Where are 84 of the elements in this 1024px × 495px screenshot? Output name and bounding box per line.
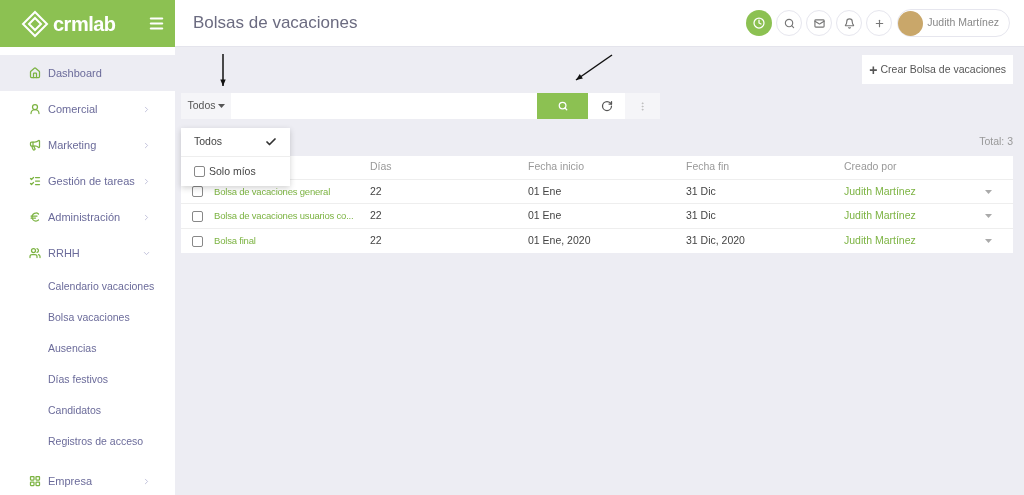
checkbox[interactable]	[192, 235, 203, 247]
search-field[interactable]	[231, 93, 537, 119]
filter-dropdown[interactable]: Todos	[181, 93, 231, 119]
chevron-right-icon	[142, 104, 151, 114]
sidebar-item[interactable]: Comercial	[0, 91, 175, 127]
caret-icon	[985, 214, 992, 218]
search-icon	[557, 101, 568, 111]
check-icon	[265, 136, 277, 148]
search-button[interactable]	[776, 10, 803, 36]
chevron-right-icon	[142, 140, 151, 150]
bell-button[interactable]	[836, 10, 863, 36]
sidebar-label: Empresa	[48, 473, 94, 489]
brand-name: crmlab	[53, 11, 117, 37]
checkbox[interactable]	[194, 166, 205, 177]
home-icon	[29, 67, 41, 79]
row-menu-button[interactable]	[985, 189, 992, 194]
create-button[interactable]: + Crear Bolsa de vacaciones	[862, 55, 1013, 84]
column-header: Fecha inicio	[528, 160, 585, 173]
users-icon	[29, 247, 41, 259]
annotation-arrow	[220, 53, 226, 87]
grid-icon	[29, 475, 41, 487]
caret-icon	[985, 239, 992, 243]
chevron-right-icon	[142, 212, 151, 222]
column-header: Creado por	[844, 160, 897, 173]
sidebar-subitem[interactable]: Bolsa vacaciones	[0, 302, 175, 333]
user-menu[interactable]: Judith Martínez	[897, 9, 1010, 37]
clock-icon	[753, 17, 766, 29]
sidebar-item[interactable]: Marketing	[0, 127, 175, 163]
mail-icon	[813, 17, 825, 29]
column-header: Días	[370, 160, 392, 173]
sidebar-label: Marketing	[48, 137, 98, 153]
page-title: Bolsas de vacaciones	[193, 12, 359, 35]
checkbox[interactable]	[192, 210, 203, 222]
sidebar-subitem[interactable]: Candidatos	[0, 395, 175, 426]
table-cell: 22	[370, 209, 382, 222]
chevron-right-icon	[142, 176, 151, 186]
table-cell: 31 Dic	[686, 184, 716, 197]
table-cell: 22	[370, 234, 382, 247]
table-cell: 01 Ene	[528, 184, 562, 197]
refresh-icon	[600, 100, 613, 112]
user-icon	[29, 103, 41, 115]
clock-button[interactable]	[746, 10, 773, 36]
sidebar-label: Dashboard	[48, 65, 103, 81]
chevron-right-icon	[142, 476, 151, 486]
sidebar-subitem[interactable]: Registros de acceso	[0, 426, 175, 457]
menu-button[interactable]	[148, 15, 165, 32]
euro-icon	[29, 211, 41, 223]
dropdown-checkbox-option[interactable]: Solo míos	[181, 157, 290, 186]
mail-button[interactable]	[806, 10, 833, 36]
table-cell: 01 Ene, 2020	[528, 234, 591, 247]
sidebar-label: RRHH	[48, 245, 81, 261]
table-cell: 01 Ene	[528, 209, 562, 222]
annotation-arrow	[575, 54, 613, 81]
table-cell: 22	[370, 184, 382, 197]
table-cell: 31 Dic	[686, 209, 716, 222]
sidebar-subitem[interactable]: Calendario vacaciones	[0, 271, 175, 302]
total-count: Total: 3	[979, 134, 1013, 149]
sidebar-subitem[interactable]: Ausencias	[0, 333, 175, 364]
sidebar-label: Gestión de tareas	[48, 173, 136, 189]
table-cell: 31 Dic, 2020	[686, 234, 745, 247]
sidebar-label: Comercial	[48, 101, 99, 117]
sidebar-item[interactable]: Empresa	[0, 463, 175, 495]
plus-button[interactable]	[866, 10, 893, 36]
avatar	[898, 10, 924, 36]
sidebar-item[interactable]: Dashboard	[0, 55, 175, 91]
row-menu-button[interactable]	[985, 214, 992, 218]
checkbox[interactable]	[192, 186, 203, 197]
caret-icon	[985, 189, 992, 194]
bell-icon	[843, 17, 855, 29]
sidebar-item[interactable]: RRHH	[0, 235, 175, 271]
megaphone-icon	[29, 139, 41, 151]
dropdown-option[interactable]: Todos	[181, 128, 290, 157]
row-menu-button[interactable]	[985, 239, 992, 243]
caret-icon	[217, 104, 225, 108]
sidebar-label: Administración	[48, 209, 122, 225]
column-header: Fecha fin	[686, 160, 730, 173]
refresh-button[interactable]	[588, 93, 625, 119]
search-icon	[783, 17, 795, 29]
logo-icon	[21, 9, 49, 38]
plus-icon	[873, 17, 885, 29]
sidebar-item[interactable]: Gestión de tareas	[0, 163, 175, 199]
checklist-icon	[29, 175, 41, 187]
sidebar-subitem[interactable]: Días festivos	[0, 364, 175, 395]
sidebar-item[interactable]: Administración	[0, 199, 175, 235]
